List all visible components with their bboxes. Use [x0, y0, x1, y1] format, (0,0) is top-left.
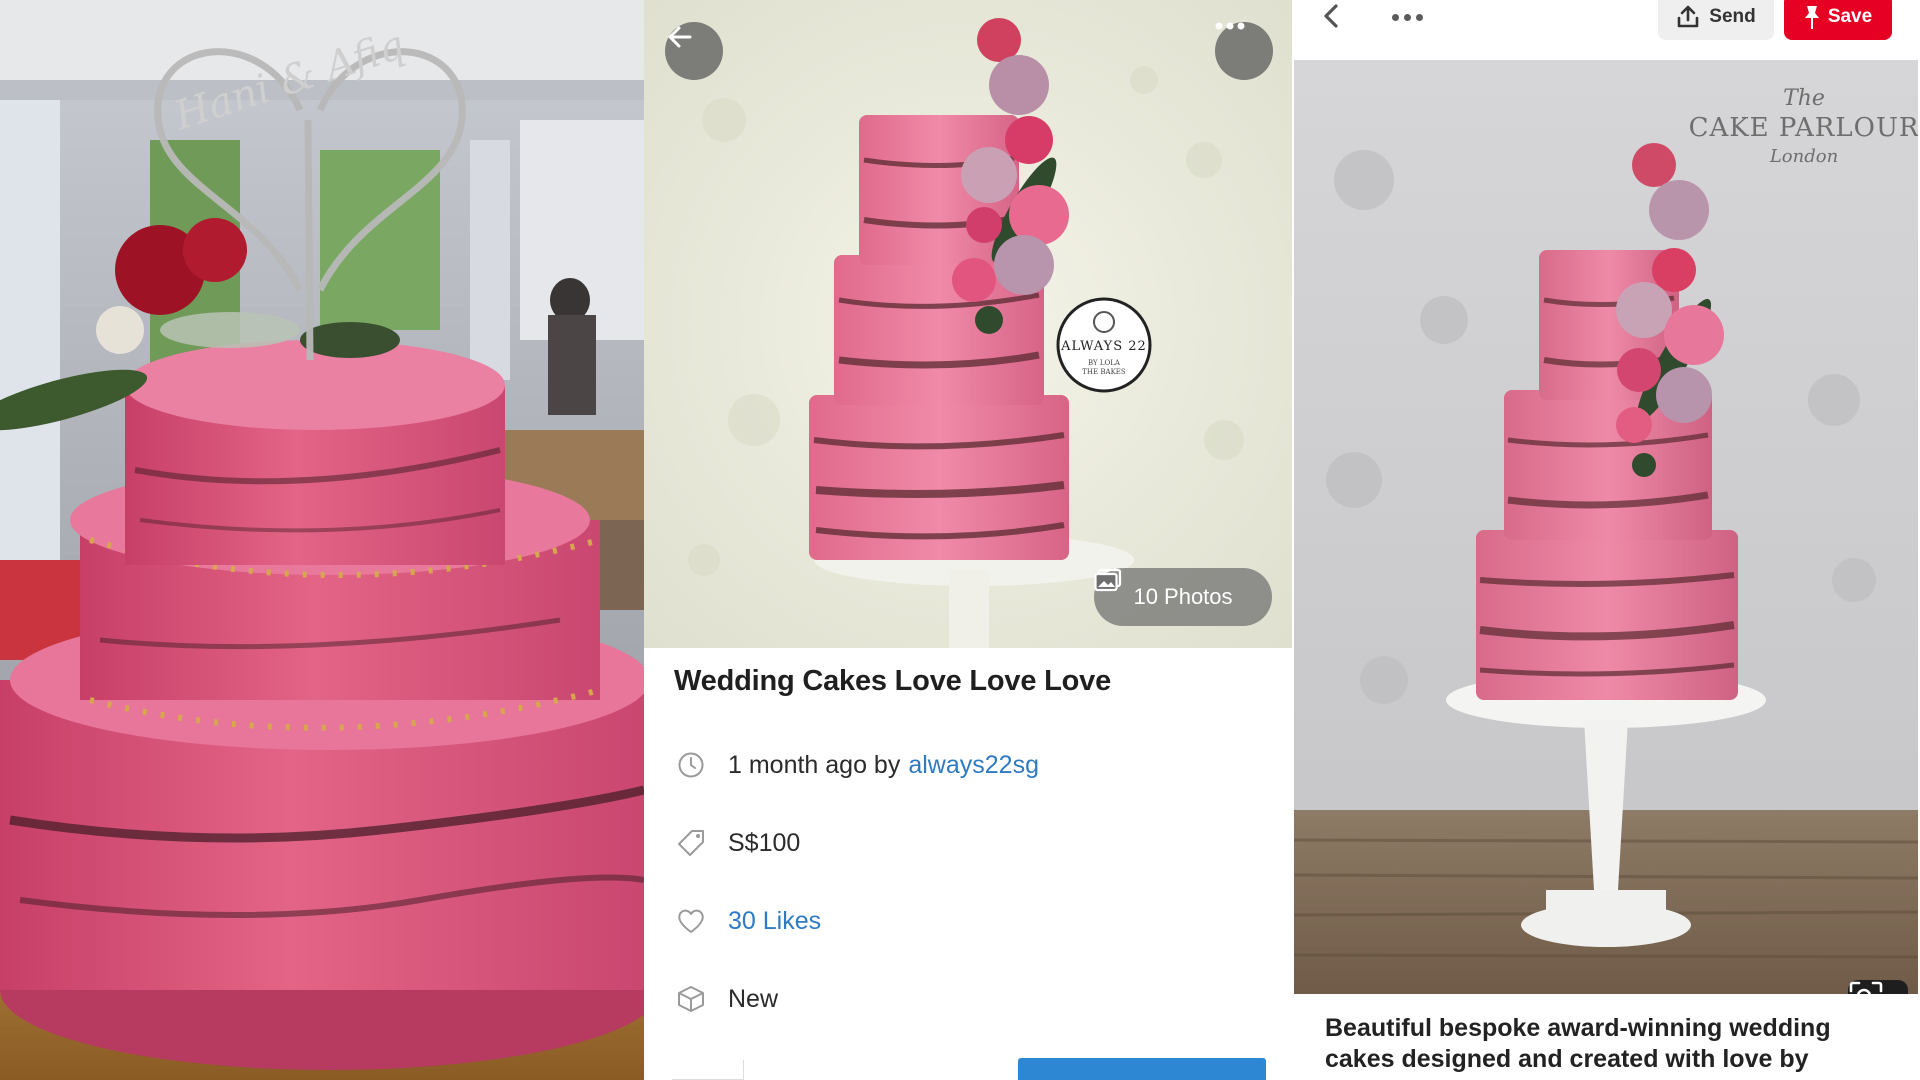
chat-button-partial[interactable] — [672, 1060, 744, 1080]
heart-icon — [674, 904, 708, 938]
badge-sub1: BY LOLA — [1088, 359, 1121, 367]
listing-cake-photo: ALWAYS 22 BY LOLA THE BAKES — [644, 0, 1292, 648]
posted-row: 1 month ago by always22sg — [674, 745, 1039, 785]
watermark-line1: The — [1783, 86, 1825, 111]
left-photo-panel: Hani & Afiq — [0, 0, 644, 1080]
posted-time: 1 month ago by — [728, 750, 901, 779]
chevron-left-icon — [1324, 4, 1338, 28]
badge-name: ALWAYS 22 — [1060, 339, 1147, 354]
visual-search-icon — [1849, 981, 1883, 994]
send-button[interactable]: Send — [1658, 0, 1774, 40]
listing-panel: ALWAYS 22 BY LOLA THE BAKES 10 Photos We… — [644, 0, 1292, 1080]
visual-search-button[interactable] — [1848, 980, 1908, 994]
box-icon — [674, 982, 708, 1016]
pin-description: Beautiful bespoke award-winning wedding … — [1325, 1014, 1831, 1073]
condition-value: New — [728, 984, 779, 1013]
likes-row[interactable]: 30 Likes — [674, 901, 821, 941]
more-options-button[interactable] — [1215, 22, 1273, 80]
homemade-cake-photo: Hani & Afiq — [0, 0, 644, 1080]
save-button[interactable]: Save — [1784, 0, 1892, 40]
arrow-left-icon — [668, 26, 692, 48]
pin-panel: Send Save The CAKE PARLOUR London Beauti… — [1292, 0, 1920, 1080]
pin-top-bar: Send Save — [1292, 0, 1920, 60]
listing-hero-image[interactable]: ALWAYS 22 BY LOLA THE BAKES 10 Photos — [644, 0, 1292, 648]
price-value: S$100 — [728, 828, 801, 857]
save-label: Save — [1827, 6, 1873, 27]
more-dots-icon — [1391, 13, 1399, 21]
pin-more-button[interactable] — [1384, 2, 1430, 32]
back-button[interactable] — [665, 22, 723, 80]
pin-image[interactable]: The CAKE PARLOUR London — [1294, 60, 1918, 994]
watermark-line2: CAKE PARLOUR — [1689, 113, 1918, 143]
pushpin-icon — [1804, 6, 1819, 29]
share-upload-icon — [1677, 5, 1699, 28]
send-label: Send — [1709, 6, 1756, 27]
photo-count-button[interactable]: 10 Photos — [1094, 568, 1272, 626]
watermark-line3: London — [1769, 146, 1838, 167]
buy-button-partial[interactable] — [1018, 1058, 1266, 1080]
badge-sub2: THE BAKES — [1082, 368, 1126, 376]
price-row: S$100 — [674, 823, 800, 863]
gallery-icon — [1094, 568, 1122, 592]
clock-icon — [674, 748, 708, 782]
pin-cake-photo: The CAKE PARLOUR London — [1294, 60, 1918, 994]
seller-link[interactable]: always22sg — [908, 751, 1039, 780]
price-tag-icon — [674, 826, 708, 860]
listing-title: Wedding Cakes Love Love Love — [674, 665, 1112, 697]
likes-link[interactable]: 30 Likes — [728, 907, 821, 936]
more-dots-icon — [1215, 22, 1245, 30]
condition-row: New — [674, 979, 778, 1019]
pin-back-button[interactable] — [1317, 2, 1347, 32]
photo-count-label: 10 Photos — [1133, 584, 1233, 609]
